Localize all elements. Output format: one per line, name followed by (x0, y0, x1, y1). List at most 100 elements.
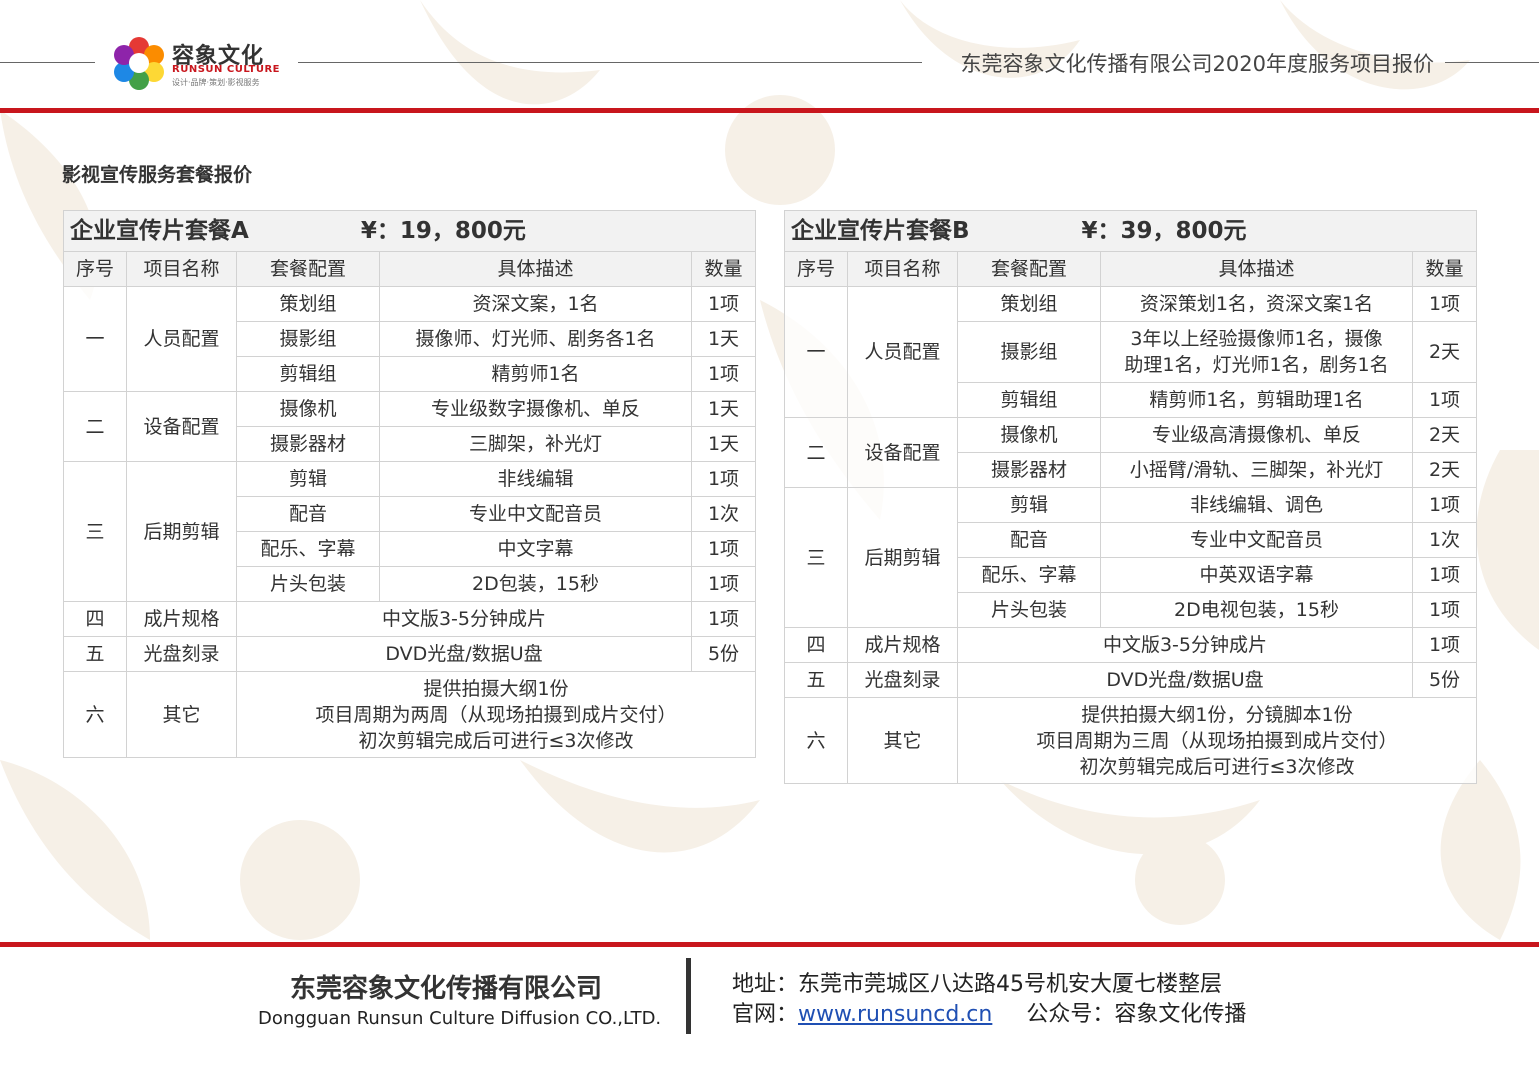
row-qty: 1项 (1411, 382, 1478, 418)
row-desc: 非线编辑 (379, 461, 692, 497)
section-title: 影视宣传服务套餐报价 (62, 164, 253, 186)
package-b-table: 企业宣传片套餐B ¥：39，800元 序号 项目名称 套餐配置 具体描述 数量 一… (783, 210, 1478, 784)
group-item: 光盘刻录 (847, 662, 958, 698)
row-qty: 1项 (691, 566, 756, 602)
row-desc: 中文版3-5分钟成片 (236, 601, 692, 637)
group-seq: 四 (784, 627, 848, 663)
footer-address: 地址：东莞市莞城区八达路45号机安大厦七楼整层 (732, 966, 1222, 998)
row-config: 摄影器材 (236, 426, 380, 462)
row-config: 摄影组 (957, 321, 1101, 383)
row-qty: 2天 (1411, 417, 1478, 453)
row-qty: 1项 (1411, 286, 1478, 322)
row-config: 配音 (236, 496, 380, 532)
row-qty: 1项 (1411, 627, 1478, 663)
group-seq: 六 (784, 697, 848, 784)
group-seq: 六 (63, 671, 127, 758)
col-header-desc: 具体描述 (379, 251, 692, 287)
table-row: 三 后期剪辑 剪辑 非线编辑 1项 (63, 461, 756, 602)
row-config: 摄影器材 (957, 452, 1101, 488)
row-config: 摄影组 (236, 321, 380, 357)
row-desc: 中文版3-5分钟成片 (957, 627, 1413, 663)
row-desc: 精剪师1名，剪辑助理1名 (1100, 382, 1413, 418)
package-a-table: 企业宣传片套餐A ¥：19，800元 序号 项目名称 套餐配置 具体描述 数量 一… (63, 210, 756, 758)
row-config: 片头包装 (957, 592, 1101, 628)
package-header: 企业宣传片套餐B ¥：39，800元 (783, 210, 1478, 252)
package-header: 企业宣传片套餐A ¥：19，800元 (63, 210, 756, 252)
row-desc: 专业级数字摄像机、单反 (379, 391, 692, 427)
other-notes: 提供拍摄大纲1份，分镜脚本1份 项目周期为三周（从现场拍摄到成片交付） 初次剪辑… (956, 697, 1478, 784)
wechat-label: 公众号： (1026, 1002, 1115, 1027)
other-note-line: 项目周期为三周（从现场拍摄到成片交付） (1036, 729, 1398, 752)
row-qty: 1项 (691, 286, 756, 322)
row-qty: 1项 (1411, 592, 1478, 628)
row-config: 剪辑 (236, 461, 380, 497)
table-row: 三 后期剪辑 剪辑 非线编辑、调色 1项 (784, 487, 1478, 628)
package-price: ¥：39，800元 (1081, 218, 1247, 244)
table-row: 五 光盘刻录 DVD光盘/数据U盘 5份 (63, 636, 756, 672)
group-item: 设备配置 (126, 391, 237, 462)
other-notes: 提供拍摄大纲1份 项目周期为两周（从现场拍摄到成片交付） 初次剪辑完成后可进行≤… (236, 671, 756, 758)
row-qty: 1项 (691, 461, 756, 497)
website-link[interactable]: www.runsuncd.cn (798, 1002, 992, 1027)
col-header-item: 项目名称 (847, 251, 958, 287)
group-item: 人员配置 (126, 286, 237, 392)
group-item: 后期剪辑 (126, 461, 237, 602)
address-label: 地址： (732, 972, 799, 997)
col-header-qty: 数量 (691, 251, 756, 287)
row-qty: 1天 (691, 391, 756, 427)
table-row: 二 设备配置 摄像机 专业级高清摄像机、单反 2天 (784, 417, 1478, 488)
footer-contact: 官网：www.runsuncd.cn 公众号：容象文化传播 (732, 996, 1246, 1028)
row-qty: 1天 (691, 321, 756, 357)
package-name: 企业宣传片套餐B (791, 218, 970, 244)
footer-company-english: Dongguan Runsun Culture Diffusion CO.,LT… (258, 1008, 662, 1029)
row-config: 策划组 (957, 286, 1101, 322)
table-row: 四 成片规格 中文版3-5分钟成片 1项 (784, 627, 1478, 663)
other-note-line: 项目周期为两周（从现场拍摄到成片交付） (315, 703, 677, 726)
row-desc: 2D电视包装，15秒 (1100, 592, 1413, 628)
table-row: 二 设备配置 摄像机 专业级数字摄像机、单反 1天 (63, 391, 756, 462)
table-row: 六 其它 提供拍摄大纲1份 项目周期为两周（从现场拍摄到成片交付） 初次剪辑完成… (63, 671, 756, 758)
row-desc: 精剪师1名 (379, 356, 692, 392)
col-header-seq: 序号 (784, 251, 848, 287)
row-config: 配乐、字幕 (236, 531, 380, 567)
footer-divider (686, 958, 691, 1034)
row-desc: 中英双语字幕 (1100, 557, 1413, 593)
header-rule-right (1445, 62, 1539, 63)
col-header-qty: 数量 (1411, 251, 1478, 287)
wechat-value: 容象文化传播 (1114, 1002, 1247, 1027)
document-title: 东莞容象文化传播有限公司2020年度服务项目报价 (960, 52, 1434, 76)
row-qty: 2天 (1411, 321, 1478, 383)
row-config: 摄像机 (957, 417, 1101, 453)
table-row: 一 人员配置 策划组 资深策划1名，资深文案1名 1项 (784, 286, 1478, 418)
row-qty: 1天 (691, 426, 756, 462)
row-qty: 1项 (1411, 557, 1478, 593)
row-desc: 专业中文配音员 (1100, 522, 1413, 558)
table-row: 五 光盘刻录 DVD光盘/数据U盘 5份 (784, 662, 1478, 698)
row-config: 策划组 (236, 286, 380, 322)
group-item: 成片规格 (126, 601, 237, 637)
row-desc: 专业中文配音员 (379, 496, 692, 532)
group-item: 后期剪辑 (847, 487, 958, 628)
row-qty: 2天 (1411, 452, 1478, 488)
package-header-row: 企业宣传片套餐A ¥：19，800元 (63, 210, 756, 252)
column-header-row: 序号 项目名称 套餐配置 具体描述 数量 (63, 251, 756, 287)
row-desc: 专业级高清摄像机、单反 (1100, 417, 1413, 453)
other-note-line: 提供拍摄大纲1份，分镜脚本1份 (1081, 703, 1353, 726)
row-desc: 3年以上经验摄像师1名，摄像 助理1名，灯光师1名，剧务1名 (1100, 321, 1413, 383)
group-item: 成片规格 (847, 627, 958, 663)
group-seq: 四 (63, 601, 127, 637)
row-qty: 1次 (691, 496, 756, 532)
col-header-desc: 具体描述 (1100, 251, 1413, 287)
table-row: 六 其它 提供拍摄大纲1份，分镜脚本1份 项目周期为三周（从现场拍摄到成片交付）… (784, 697, 1478, 784)
row-desc: 非线编辑、调色 (1100, 487, 1413, 523)
row-config: 剪辑 (957, 487, 1101, 523)
group-seq: 一 (63, 286, 127, 392)
row-qty: 1项 (691, 531, 756, 567)
logo-english-name: RUNSUN CULTURE (172, 64, 281, 75)
col-header-config: 套餐配置 (236, 251, 380, 287)
group-item: 人员配置 (847, 286, 958, 418)
table-row: 四 成片规格 中文版3-5分钟成片 1项 (63, 601, 756, 637)
group-seq: 二 (63, 391, 127, 462)
row-qty: 1次 (1411, 522, 1478, 558)
group-seq: 一 (784, 286, 848, 418)
